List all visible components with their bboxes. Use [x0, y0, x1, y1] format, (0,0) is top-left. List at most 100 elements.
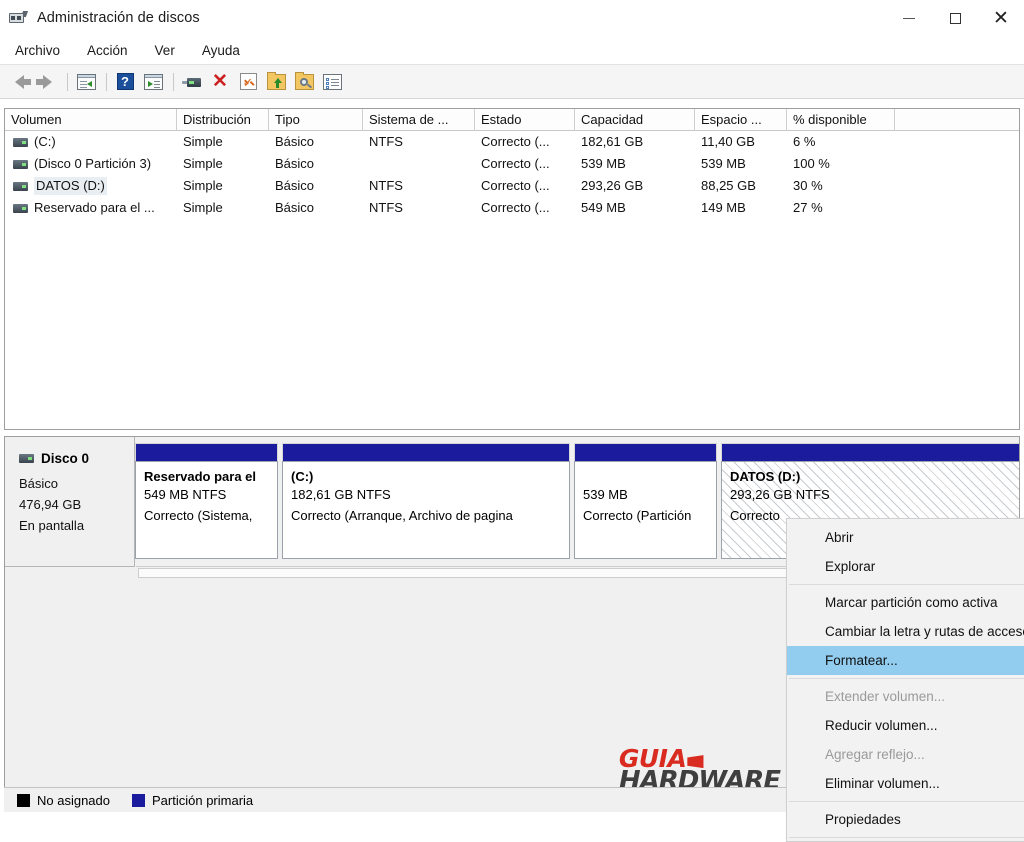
menu-item-cambiar-la-letra-y-rutas-de-acceso[interactable]: Cambiar la letra y rutas de acceso...	[787, 617, 1024, 646]
partition-title: (C:)	[291, 469, 314, 484]
partition-title	[583, 469, 710, 484]
toolbar-separator	[106, 72, 107, 91]
minimize-button[interactable]	[886, 0, 932, 36]
volume-drive-icon	[13, 181, 28, 191]
menu-accion[interactable]: Acción	[84, 40, 138, 61]
disk-size: 476,94 GB	[19, 497, 82, 512]
properties-icon[interactable]: ✓	[235, 69, 261, 95]
table-row[interactable]: (C:) Simple Básico NTFS Correcto (... 182,61 …	[5, 131, 1019, 153]
cell-distribucion: Simple	[183, 156, 223, 171]
menu-item-marcar-partición-como-activa[interactable]: Marcar partición como activa	[787, 588, 1024, 617]
menu-separator	[789, 678, 1024, 679]
volume-drive-icon	[13, 137, 28, 147]
partition-details: (C:) 182,61 GB NTFS Correcto (Arranque, Ar…	[282, 461, 570, 559]
close-button[interactable]: ✕	[978, 0, 1024, 36]
cell-volume: Reservado para el ...	[5, 199, 177, 217]
volume-list-panel: Volumen Distribución Tipo Sistema de ... Est…	[4, 108, 1020, 430]
volume-name: Reservado para el ...	[34, 200, 155, 215]
cell-espacio: 11,40 GB	[701, 134, 755, 149]
delete-icon[interactable]: ✕	[207, 69, 233, 95]
column-header-espacio[interactable]: Espacio ...	[695, 109, 787, 131]
column-header-blank[interactable]	[895, 109, 1019, 131]
cell-capacidad: 182,61 GB	[581, 134, 644, 149]
disk-management-icon	[9, 11, 29, 25]
volume-name: (Disco 0 Partición 3)	[34, 156, 152, 171]
show-action-pane-icon[interactable]	[140, 69, 166, 95]
partition-color-bar	[135, 443, 278, 461]
column-header-volumen[interactable]: Volumen	[5, 109, 177, 131]
cell-distribucion: Simple	[183, 178, 223, 193]
forward-arrow-icon[interactable]	[34, 69, 60, 95]
partition-size-fs: 539 MB	[583, 487, 628, 502]
column-header-estado[interactable]: Estado	[475, 109, 575, 131]
close-icon: ✕	[993, 7, 1009, 29]
menu-item-reducir-volumen[interactable]: Reducir volumen...	[787, 711, 1024, 740]
menu-separator	[789, 837, 1024, 838]
menu-item-explorar[interactable]: Explorar	[787, 552, 1024, 581]
cell-capacidad: 549 MB	[581, 200, 626, 215]
partition-color-bar	[574, 443, 717, 461]
toolbar: ? ✕ ✓	[0, 65, 1024, 99]
detail-list-icon[interactable]	[319, 69, 345, 95]
disk-type: Básico	[19, 476, 59, 491]
cell-tipo: Básico	[275, 200, 315, 215]
menu-ver[interactable]: Ver	[152, 40, 185, 61]
partition-context-menu: Abrir Explorar Marcar partición como activ…	[786, 518, 1024, 842]
partition-color-bar	[721, 443, 1019, 461]
export-list-icon[interactable]	[263, 69, 289, 95]
menu-item-propiedades[interactable]: Propiedades	[787, 805, 1024, 834]
volume-list-body: (C:) Simple Básico NTFS Correcto (... 182,61 …	[5, 131, 1019, 219]
legend-label-particion-primaria: Partición primaria	[152, 792, 254, 808]
help-icon[interactable]: ?	[112, 69, 138, 95]
cell-sistema: NTFS	[369, 178, 403, 193]
menu-ayuda[interactable]: Ayuda	[199, 40, 250, 61]
partition-status: Correcto (Sistema,	[144, 508, 253, 523]
menu-item-eliminar-volumen[interactable]: Eliminar volumen...	[787, 769, 1024, 798]
volume-name: DATOS (D:)	[34, 177, 107, 195]
show-hide-console-tree-icon[interactable]	[73, 69, 99, 95]
window-titlebar[interactable]: Administración de discos ✕	[0, 0, 1024, 36]
cell-distribucion: Simple	[183, 200, 223, 215]
volume-drive-icon	[13, 159, 28, 169]
maximize-button[interactable]	[932, 0, 978, 36]
table-row[interactable]: (Disco 0 Partición 3) Simple Básico Correct…	[5, 153, 1019, 175]
cell-disponible: 30 %	[793, 178, 823, 193]
legend-item-particion-primaria: Partición primaria	[132, 793, 253, 808]
partition-block[interactable]: Reservado para el 549 MB NTFS Correcto (Si…	[135, 443, 278, 559]
toolbar-separator	[173, 72, 174, 91]
partition-details: 539 MB Correcto (Partición	[574, 461, 717, 559]
disk-name: Disco 0	[41, 451, 90, 466]
view-options-icon[interactable]	[291, 69, 317, 95]
column-header-tipo[interactable]: Tipo	[269, 109, 363, 131]
rescan-disks-icon[interactable]	[179, 69, 205, 95]
column-header-capacidad[interactable]: Capacidad	[575, 109, 695, 131]
column-header-disponible[interactable]: % disponible	[787, 109, 895, 131]
table-row[interactable]: DATOS (D:) Simple Básico NTFS Correcto (... 2…	[5, 175, 1019, 197]
table-row[interactable]: Reservado para el ... Simple Básico NTFS Cor…	[5, 197, 1019, 219]
partition-size-fs: 182,61 GB NTFS	[291, 487, 391, 502]
volume-drive-icon	[13, 203, 28, 213]
column-header-distribuci-n[interactable]: Distribución	[177, 109, 269, 131]
menu-item-agregar-reflejo: Agregar reflejo...	[825, 747, 925, 762]
menu-archivo[interactable]: Archivo	[12, 40, 70, 61]
cell-sistema: NTFS	[369, 134, 403, 149]
volume-list-header: Volumen Distribución Tipo Sistema de ... Est…	[5, 109, 1019, 131]
cell-capacidad: 293,26 GB	[581, 178, 644, 193]
legend-label-no-asignado: No asignado	[37, 792, 110, 808]
cell-disponible: 100 %	[793, 156, 830, 171]
partition-block[interactable]: 539 MB Correcto (Partición	[574, 443, 717, 559]
disk-info-disco-0[interactable]: Disco 0 Básico 476,94 GB En pantalla	[5, 437, 135, 567]
menu-item-abrir[interactable]: Abrir	[787, 523, 1024, 552]
cell-tipo: Básico	[275, 156, 315, 171]
menu-item-formatear[interactable]: Formatear...	[787, 646, 1024, 675]
cell-tipo: Básico	[275, 134, 315, 149]
back-arrow-icon[interactable]	[6, 69, 32, 95]
cell-sistema: NTFS	[369, 200, 403, 215]
menu-separator	[789, 584, 1024, 585]
column-header-sistema-de[interactable]: Sistema de ...	[363, 109, 475, 131]
partition-block[interactable]: (C:) 182,61 GB NTFS Correcto (Arranque, Ar…	[282, 443, 570, 559]
cell-volume: (C:)	[5, 133, 177, 151]
legend-item-no-asignado: No asignado	[17, 793, 110, 808]
legend-swatch-primary-partition	[132, 793, 145, 807]
cell-estado: Correcto (...	[481, 200, 550, 215]
